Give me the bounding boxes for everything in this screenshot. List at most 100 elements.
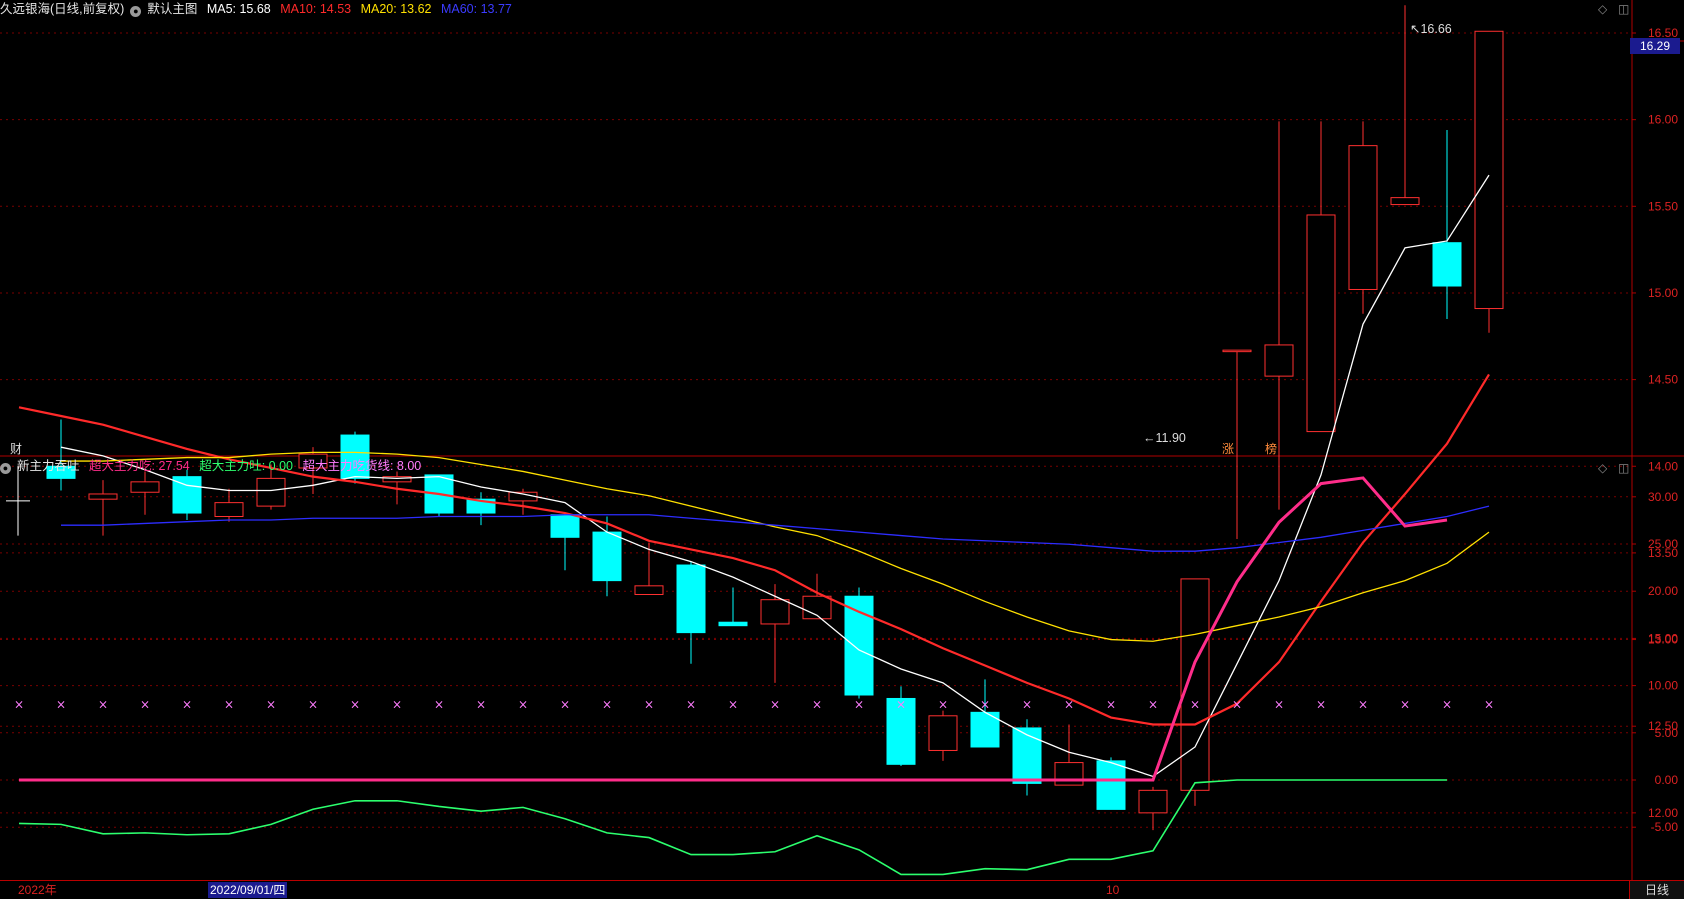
eat-line-point: × bbox=[896, 697, 906, 711]
date-label-year: 2022年 bbox=[18, 883, 57, 897]
eat-line-point: × bbox=[392, 697, 402, 711]
ma60-label: MA60: 13.77 bbox=[440, 2, 512, 16]
candle-body bbox=[1264, 344, 1294, 377]
eat-line bbox=[19, 476, 1448, 782]
diamond-icon[interactable]: ◇ bbox=[1598, 2, 1607, 16]
eat-line-point: × bbox=[518, 697, 528, 711]
eat-line-point: × bbox=[1274, 697, 1284, 711]
candle-body bbox=[1432, 242, 1462, 287]
candle-body bbox=[1096, 760, 1126, 810]
restore-icon[interactable]: ◫ bbox=[1618, 461, 1629, 475]
eat-line-point: × bbox=[1400, 697, 1410, 711]
chart-label[interactable]: 默认主图 bbox=[147, 2, 197, 16]
candle-body bbox=[928, 715, 958, 751]
eat-line-point: × bbox=[1148, 697, 1158, 711]
y-tick-label: 30.00 bbox=[1648, 490, 1678, 504]
y-tick-label: 12.00 bbox=[1648, 806, 1678, 820]
eat-line-point: × bbox=[644, 697, 654, 711]
eat-line-point: × bbox=[1358, 697, 1368, 711]
chart-canvas[interactable]: 16.5016.0015.5015.0014.5014.0013.5013.00… bbox=[0, 0, 1684, 898]
limit-up-marker: 涨 bbox=[1222, 441, 1234, 456]
candle-body bbox=[1012, 727, 1042, 784]
eat-line-point: × bbox=[1022, 697, 1032, 711]
indicator-label-line: 超大主力吃货线: 8.00 bbox=[302, 459, 422, 473]
eat-line-point: × bbox=[308, 697, 318, 711]
ma5-label: MA5: 15.68 bbox=[206, 2, 271, 16]
candle-body bbox=[1390, 197, 1420, 206]
eat-line-point: × bbox=[770, 697, 780, 711]
candle-body bbox=[1180, 578, 1210, 791]
eat-line-point: × bbox=[266, 697, 276, 711]
candle-body bbox=[256, 477, 286, 507]
indicator-name[interactable]: 新主力吞吐 bbox=[17, 459, 80, 473]
eat-line-point: × bbox=[98, 697, 108, 711]
ma10-label: MA10: 14.53 bbox=[280, 2, 352, 16]
candle-body bbox=[634, 585, 664, 595]
finance-marker: 财 bbox=[10, 442, 22, 456]
y-tick-label: 15.50 bbox=[1648, 199, 1678, 213]
eat-line-point: × bbox=[1232, 697, 1242, 711]
y-tick-label: -5.00 bbox=[1651, 820, 1679, 834]
eat-line-point: × bbox=[1190, 697, 1200, 711]
ma-line-ma5 bbox=[60, 174, 1490, 778]
candle-body bbox=[1348, 145, 1378, 290]
candle-body bbox=[676, 564, 706, 634]
stock-name[interactable]: 久远银海(日线,前复权) bbox=[0, 2, 124, 16]
eat-line-point: × bbox=[1484, 697, 1494, 711]
eat-line-point: × bbox=[182, 697, 192, 711]
y-tick-label: 5.00 bbox=[1655, 726, 1679, 740]
restore-icon[interactable]: ◫ bbox=[1618, 2, 1629, 16]
eat-line-point: × bbox=[1106, 697, 1116, 711]
date-axis-bar: 2022年 2022/09/01/四 10 日线 bbox=[0, 880, 1684, 899]
eat-line-point: × bbox=[980, 697, 990, 711]
eat-line-point: × bbox=[14, 697, 24, 711]
indicator-header: ● 新主力吞吐 超大主力吃: 27.54 超大主力吐: 0.00 超大主力吃货线:… bbox=[0, 457, 427, 475]
y-tick-label: 14.00 bbox=[1648, 459, 1678, 473]
last-price-tag: 16.29 bbox=[1630, 38, 1680, 54]
eat-line-point: × bbox=[602, 697, 612, 711]
y-tick-label: 10.00 bbox=[1648, 679, 1678, 693]
eat-line-point: × bbox=[938, 697, 948, 711]
eat-line-point: × bbox=[224, 697, 234, 711]
candle-body bbox=[592, 531, 622, 582]
y-tick-label: 16.00 bbox=[1648, 113, 1678, 127]
candle-body bbox=[760, 599, 790, 625]
indicator-label-spit: 超大主力吐: 0.00 bbox=[199, 459, 293, 473]
candle-body bbox=[1138, 789, 1168, 814]
diamond-icon[interactable]: ◇ bbox=[1598, 461, 1607, 475]
settings-icon[interactable]: ● bbox=[0, 463, 11, 474]
ma20-label: MA20: 13.62 bbox=[360, 2, 432, 16]
y-tick-label: 15.00 bbox=[1648, 286, 1678, 300]
ranking-marker: 榜 bbox=[1265, 441, 1277, 456]
ma-line-ma10 bbox=[18, 373, 1490, 726]
candle-body bbox=[1222, 349, 1252, 353]
eat-line-point: × bbox=[686, 697, 696, 711]
settings-icon[interactable]: ● bbox=[130, 6, 142, 17]
low-price-label: ←11.90 bbox=[1143, 431, 1186, 445]
candle-body bbox=[550, 514, 580, 538]
date-cursor-label: 2022/09/01/四 bbox=[208, 882, 288, 898]
candle-body bbox=[88, 493, 118, 500]
eat-line-point: × bbox=[854, 697, 864, 711]
y-tick-label: 0.00 bbox=[1655, 773, 1679, 787]
period-button[interactable]: 日线 bbox=[1629, 881, 1684, 899]
eat-line-point: × bbox=[728, 697, 738, 711]
y-tick-label: 15.00 bbox=[1648, 631, 1678, 645]
candle-body bbox=[718, 621, 748, 627]
eat-line-point: × bbox=[560, 697, 570, 711]
eat-line-point: × bbox=[1316, 697, 1326, 711]
candle-body bbox=[1474, 30, 1504, 310]
high-price-label: ↖16.66 bbox=[1410, 22, 1452, 36]
eat-line-point: × bbox=[350, 697, 360, 711]
eat-line-point: × bbox=[476, 697, 486, 711]
eat-line-point: × bbox=[1064, 697, 1074, 711]
y-tick-label: 20.00 bbox=[1648, 584, 1678, 598]
indicator-label-eat: 超大主力吃: 27.54 bbox=[89, 459, 190, 473]
candle-body bbox=[130, 481, 160, 493]
candle-body bbox=[1306, 214, 1336, 433]
eat-line-point: × bbox=[56, 697, 66, 711]
eat-line-point: × bbox=[140, 697, 150, 711]
eat-line-point: × bbox=[1442, 697, 1452, 711]
candle-body bbox=[214, 502, 244, 518]
date-label-month: 10 bbox=[1106, 883, 1120, 897]
